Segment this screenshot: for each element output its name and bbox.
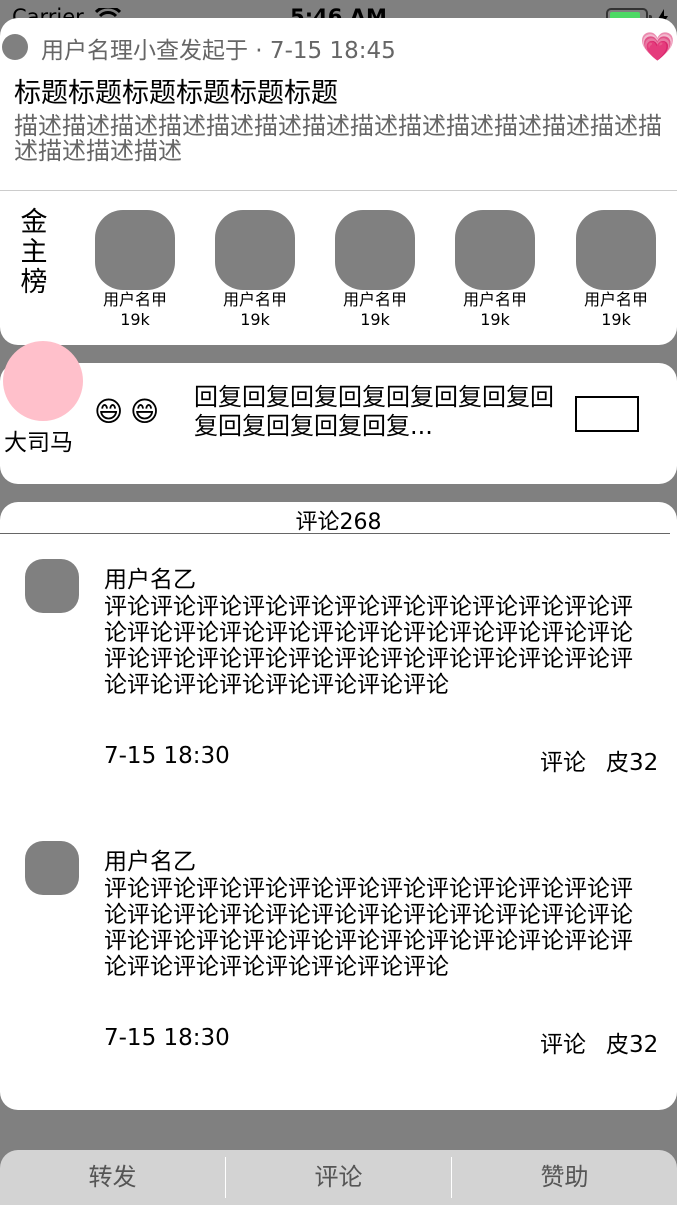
divider: [0, 190, 677, 191]
ranking-item[interactable]: 用户名甲 19k: [210, 210, 300, 330]
bottom-action-bar: 转发 评论 赞助: [0, 1150, 677, 1205]
comments-title: 评论268: [295, 510, 382, 535]
ranking-item-count: 19k: [240, 310, 270, 329]
ranking-item-name: 用户名甲: [342, 290, 407, 309]
divider: [0, 533, 670, 534]
author-line: 用户名理小查发起于 · 7-15 18:45: [41, 38, 396, 64]
ranking-label: 金主榜: [20, 207, 48, 298]
ranking-item[interactable]: 用户名甲 19k: [330, 210, 420, 330]
avatar: [95, 210, 175, 290]
ranking-item[interactable]: 用户名甲 19k: [450, 210, 540, 330]
post-title: 标题标题标题标题标题标题: [14, 78, 338, 109]
ranking-item-count: 19k: [601, 310, 631, 329]
comment-time: 7-15 18:30: [104, 743, 230, 769]
comment-reply-button[interactable]: 评论: [540, 1025, 586, 1059]
avatar: [576, 210, 656, 290]
comment-user-name: 用户名乙: [104, 849, 196, 875]
author-avatar[interactable]: [2, 34, 28, 60]
ranking-item-name: 用户名甲: [102, 290, 167, 309]
avatar: [335, 210, 415, 290]
reply-user-name: 大司马: [4, 430, 73, 456]
avatar[interactable]: [25, 841, 79, 895]
comment-text: 评论评论评论评论评论评论评论评论评论评论评论评论评论评论评论评论评论评论评论评论…: [104, 876, 633, 980]
grin-emoji-icon: 😄: [94, 395, 124, 428]
ranking-item[interactable]: 用户名甲 19k: [571, 210, 661, 330]
post-description: 描述描述描述描述描述描述描述描述描述描述描述描述描述描述描述描述描述: [14, 112, 662, 165]
avatar[interactable]: [25, 559, 79, 613]
reply-text: 回复回复回复回复回复回复回复回复回复回复回复回复...: [194, 383, 554, 440]
ranking-item-count: 19k: [480, 310, 510, 329]
comment-time: 7-15 18:30: [104, 1025, 230, 1051]
forward-button[interactable]: 转发: [0, 1150, 225, 1205]
ranking-item-count: 19k: [120, 310, 150, 329]
avatar[interactable]: [3, 341, 83, 421]
ranking-item-name: 用户名甲: [462, 290, 527, 309]
comment-text: 评论评论评论评论评论评论评论评论评论评论评论评论评论评论评论评论评论评论评论评论…: [104, 594, 633, 698]
comment-user-name: 用户名乙: [104, 567, 196, 593]
ranking-item[interactable]: 用户名甲 19k: [90, 210, 180, 330]
ranking-item-count: 19k: [360, 310, 390, 329]
comment-skin-count[interactable]: 皮32: [606, 743, 658, 777]
heart-icon[interactable]: 💗: [640, 30, 675, 63]
reply-thumbnail[interactable]: [575, 396, 639, 432]
comment-button[interactable]: 评论: [226, 1150, 451, 1205]
ranking-item-name: 用户名甲: [222, 290, 287, 309]
grin-emoji-icon: 😄: [130, 395, 160, 428]
comment-skin-count[interactable]: 皮32: [606, 1025, 658, 1059]
ranking-item-name: 用户名甲: [583, 290, 648, 309]
comment-reply-button[interactable]: 评论: [540, 743, 586, 777]
sponsor-button[interactable]: 赞助: [452, 1150, 677, 1205]
avatar: [215, 210, 295, 290]
avatar: [455, 210, 535, 290]
